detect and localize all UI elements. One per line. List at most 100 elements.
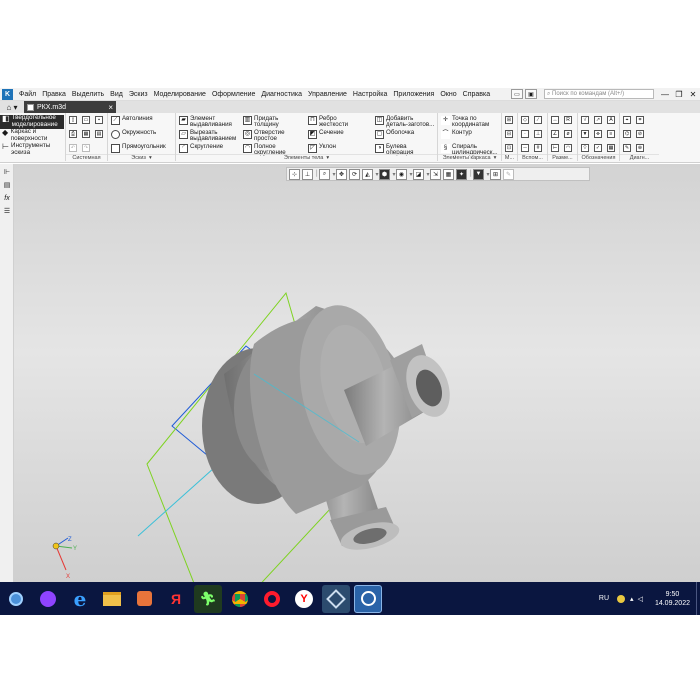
angle-icon[interactable]: ∠ (551, 130, 559, 138)
app-logo[interactable]: K (2, 88, 13, 100)
home-icon[interactable]: ⌂ ▾ (0, 101, 24, 113)
mode-sketch-tools[interactable]: ⊢ Инструменты эскиза (0, 142, 64, 157)
3d-model-canvas[interactable] (14, 164, 700, 582)
diameter-icon[interactable]: ø (564, 130, 572, 138)
tool-rib[interactable]: ⊓ Ребро жесткости (308, 115, 355, 129)
yandex-icon[interactable]: Я (162, 585, 190, 613)
undo-icon[interactable]: ↶ (69, 144, 77, 152)
diag-icon-6[interactable]: ⊕ (636, 144, 644, 152)
model-tree-icon[interactable]: ⊩ (2, 167, 12, 177)
document-tab[interactable]: РКХ.m3d × (24, 101, 116, 113)
weld-icon[interactable]: ⌔ (581, 144, 589, 152)
network-icon[interactable]: ▴ (630, 595, 634, 603)
windows-start-icon[interactable] (2, 584, 30, 613)
preview-icon[interactable]: ▦ (82, 130, 90, 138)
language-indicator[interactable]: RU (599, 595, 609, 602)
menu-view[interactable]: Вид (107, 91, 126, 98)
aux-plane-icon[interactable]: ◇ (521, 116, 529, 124)
edge-icon[interactable]: e (66, 585, 94, 613)
menu-help[interactable]: Справка (460, 91, 493, 98)
tool-thicken[interactable]: ▥ Придать толщину (243, 115, 294, 129)
menu-window[interactable]: Окно (437, 91, 459, 98)
media-icon[interactable] (130, 585, 158, 613)
close-window-icon[interactable]: ✕ (686, 90, 700, 99)
menu-list-icon[interactable]: ☰ (2, 206, 12, 216)
minimize-icon[interactable]: — (658, 90, 672, 99)
variables-icon[interactable]: fx (2, 193, 12, 203)
tool-draft[interactable]: ◸ Уклон (308, 143, 336, 153)
leader-icon[interactable]: ↗ (594, 116, 602, 124)
radius-icon[interactable]: R (564, 116, 572, 124)
expand-icon[interactable]: ▾ (149, 155, 152, 161)
kompas-3d-icon[interactable] (354, 584, 382, 613)
menu-file[interactable]: Файл (16, 91, 39, 98)
menu-diagnostics[interactable]: Диагностика (258, 91, 305, 98)
opera-icon[interactable] (258, 585, 286, 613)
thread-icon[interactable]: ≡ (607, 130, 615, 138)
command-search-input[interactable]: ⌕ Поиск по командам (Alt+/) (544, 89, 654, 99)
properties-panel-icon[interactable]: ▤ (2, 180, 12, 190)
restore-icon[interactable]: ❐ (672, 90, 686, 99)
alice-icon[interactable] (34, 585, 62, 613)
mode-wireframe-surfaces[interactable]: ◆ Каркас и поверхности (0, 128, 64, 143)
arc-dim-icon[interactable]: ◠ (564, 144, 572, 152)
diag-icon-3[interactable]: ⌬ (623, 130, 631, 138)
m-tool-icon-2[interactable]: ⊟ (505, 130, 513, 138)
dimension-icon[interactable]: ↔ (551, 116, 559, 124)
tool-extrude[interactable]: ▰ Элемент выдавливания (179, 115, 242, 129)
mode-solid-modeling[interactable]: ◧ Твердотельное моделирование (0, 114, 64, 129)
aux-point-icon[interactable]: · (521, 130, 529, 138)
tool-point-by-coords[interactable]: ✛ Точка по координатам (441, 115, 498, 129)
explorer-icon[interactable] (98, 585, 126, 613)
expand-icon[interactable]: ▾ (326, 155, 329, 161)
base-icon[interactable]: ▼ (581, 130, 589, 138)
screen-icon[interactable]: ▣ (525, 89, 537, 99)
diag-icon-5[interactable]: ✎ (623, 144, 631, 152)
volume-icon[interactable]: ◁ (638, 595, 643, 603)
diag-icon-1[interactable]: ⌖ (623, 116, 631, 124)
expand-icon[interactable]: ▾ (494, 155, 497, 161)
menu-edit[interactable]: Правка (39, 91, 69, 98)
properties-icon[interactable]: ▤ (95, 130, 103, 138)
menu-manage[interactable]: Управление (305, 91, 350, 98)
kompas-icon[interactable] (322, 584, 350, 613)
yandex-browser-icon[interactable]: Y (290, 585, 318, 613)
aux-grid-icon[interactable]: # (534, 144, 542, 152)
menu-modeling[interactable]: Моделирование (151, 91, 209, 98)
menu-drafting[interactable]: Оформление (209, 91, 258, 98)
mark-icon[interactable]: ✓ (594, 144, 602, 152)
tool-shell[interactable]: ▢ Оболочка (375, 129, 414, 139)
table-icon[interactable]: ▦ (607, 144, 615, 152)
tool-hole[interactable]: ◎ Отверстие простое (243, 129, 294, 143)
menu-apps[interactable]: Приложения (390, 91, 437, 98)
close-tab-icon[interactable]: × (108, 103, 113, 112)
diag-icon-4[interactable]: ⊘ (636, 130, 644, 138)
diag-icon-2[interactable]: ⌗ (636, 116, 644, 124)
tool-contour[interactable]: ⌒ Контур (441, 129, 472, 139)
chrome-icon[interactable] (226, 585, 254, 613)
text-icon[interactable]: A (607, 116, 615, 124)
aux-cs-icon[interactable]: ⊥ (534, 130, 542, 138)
m-tool-icon-3[interactable]: ⊡ (505, 144, 513, 152)
tray-app-icon[interactable] (617, 594, 626, 603)
tool-section[interactable]: ◩ Сечение (308, 129, 344, 139)
menu-settings[interactable]: Настройка (350, 91, 390, 98)
menu-select[interactable]: Выделить (69, 91, 107, 98)
save-icon[interactable]: ▪ (95, 116, 103, 124)
m-tool-icon-1[interactable]: ⊞ (505, 116, 513, 124)
tool-rectangle[interactable]: Прямоугольник (111, 143, 166, 153)
open-icon[interactable]: ▭ (82, 116, 90, 124)
tool-add-part[interactable]: ◫ Добавить деталь-заготов... (375, 115, 436, 129)
roughness-icon[interactable]: √ (581, 116, 589, 124)
layout-icon[interactable]: ▭ (511, 89, 523, 99)
linear-icon[interactable]: ⊢ (551, 144, 559, 152)
redo-icon[interactable]: ↷ (82, 144, 90, 152)
menu-sketch[interactable]: Эскиз (126, 91, 151, 98)
show-desktop-button[interactable] (696, 582, 700, 615)
tool-fillet[interactable]: ◜ Скругление (179, 143, 223, 153)
clock[interactable]: 9:50 14.09.2022 (655, 590, 690, 608)
new-doc-icon[interactable]: ▯ (69, 116, 77, 124)
aux-line-icon[interactable]: ─ (521, 144, 529, 152)
tool-cut-extrude[interactable]: ▱ Вырезать выдавливанием (179, 129, 242, 143)
aux-axis-icon[interactable]: ∕ (534, 116, 542, 124)
